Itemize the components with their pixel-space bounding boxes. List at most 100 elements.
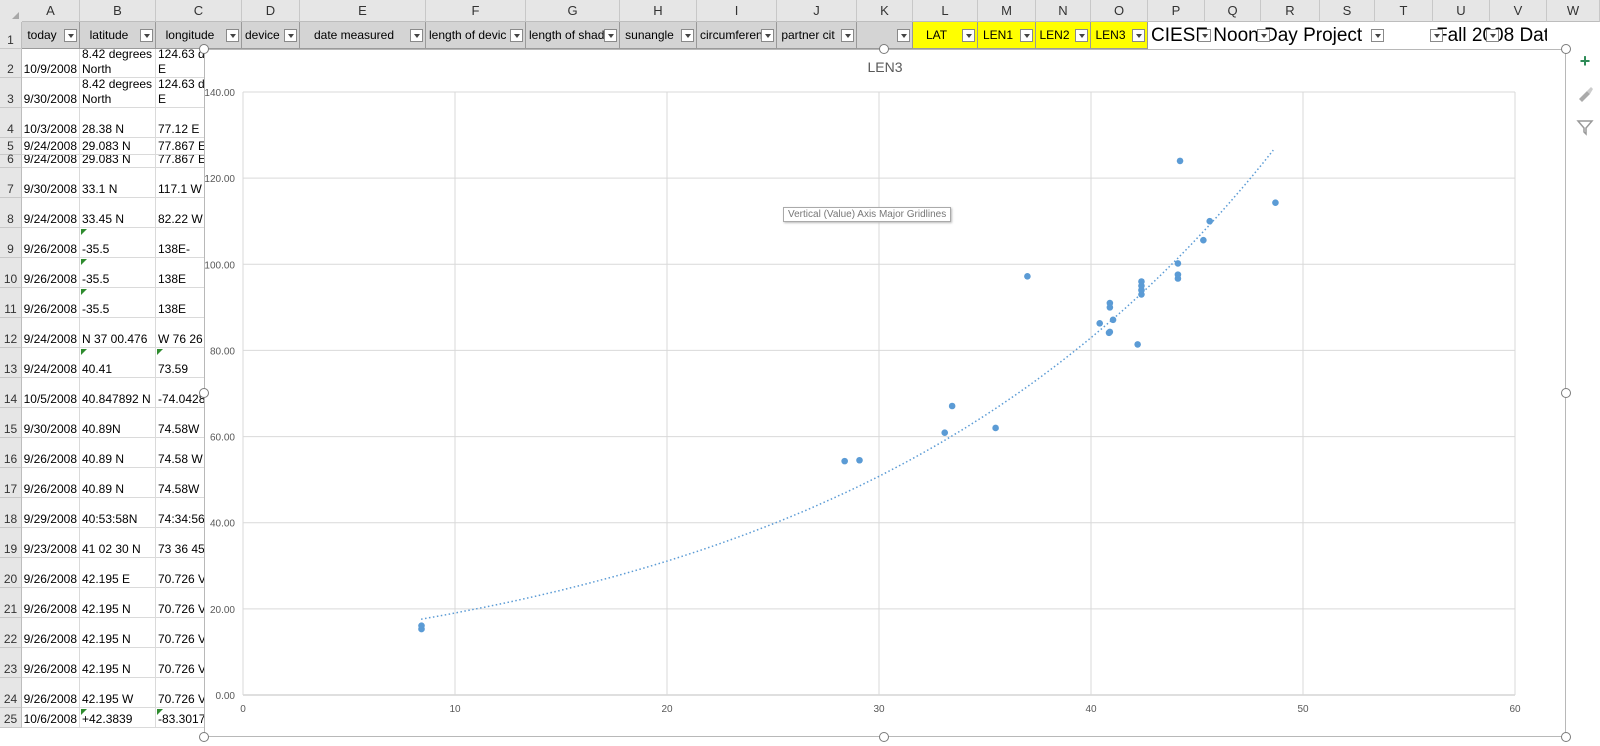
column-header-s[interactable]: S — [1320, 0, 1375, 22]
cell-b12[interactable]: N 37 00.476 — [80, 318, 156, 348]
row-header[interactable]: 24 — [0, 678, 22, 708]
cell-b16[interactable]: 40.89 N — [80, 438, 156, 468]
row-header[interactable]: 8 — [0, 198, 22, 228]
column-header-q[interactable]: Q — [1205, 0, 1261, 22]
cell-b18[interactable]: 40:53:58N — [80, 498, 156, 528]
cell-a13[interactable]: 9/24/2008 — [22, 348, 80, 378]
chart-area[interactable]: LEN3 0 10 20 30 40 50 60 0.00 20.00 40.00 60.00 80… — [204, 49, 1566, 737]
filter-dropdown-icon[interactable] — [1132, 29, 1145, 42]
header-cell-l[interactable]: LAT — [913, 22, 978, 49]
chart-title[interactable]: LEN3 — [867, 59, 902, 75]
cell-a5[interactable]: 9/24/2008 — [22, 138, 80, 155]
filter-dropdown-icon[interactable] — [510, 29, 523, 42]
cell-a9[interactable]: 9/26/2008 — [22, 228, 80, 258]
header-cell-n[interactable]: LEN2 — [1036, 22, 1091, 49]
chart-filters-funnel-icon[interactable] — [1574, 118, 1596, 140]
header-cell-f[interactable]: length of devic — [426, 22, 526, 49]
header-cell-g[interactable]: length of shade — [526, 22, 620, 49]
cell-b14[interactable]: 40.847892 N — [80, 378, 156, 408]
cell-b15[interactable]: 40.89N — [80, 408, 156, 438]
cell-b20[interactable]: 42.195 E — [80, 558, 156, 588]
column-header-e[interactable]: E — [300, 0, 426, 22]
cell-a23[interactable]: 9/26/2008 — [22, 648, 80, 678]
chart-styles-brush-icon[interactable] — [1574, 84, 1596, 106]
cell-a11[interactable]: 9/26/2008 — [22, 288, 80, 318]
cell-a21[interactable]: 9/26/2008 — [22, 588, 80, 618]
select-all-corner[interactable] — [0, 0, 23, 23]
filter-dropdown-icon[interactable] — [841, 29, 854, 42]
row-header[interactable]: 12 — [0, 318, 22, 348]
filter-dropdown-icon[interactable] — [140, 29, 153, 42]
column-header-p[interactable]: P — [1148, 0, 1205, 22]
filter-dropdown-icon[interactable] — [1257, 29, 1270, 42]
filter-dropdown-icon[interactable] — [1198, 29, 1211, 42]
column-header-t[interactable]: T — [1375, 0, 1433, 22]
column-header-r[interactable]: R — [1261, 0, 1320, 22]
filter-dropdown-icon[interactable] — [410, 29, 423, 42]
cell-a22[interactable]: 9/26/2008 — [22, 618, 80, 648]
header-cell-j[interactable]: partner cit — [777, 22, 857, 49]
column-header-l[interactable]: L — [913, 0, 978, 22]
row-header[interactable]: 9 — [0, 228, 22, 258]
cell-a14[interactable]: 10/5/2008 — [22, 378, 80, 408]
column-header-j[interactable]: J — [777, 0, 857, 22]
row-header[interactable]: 4 — [0, 108, 22, 138]
cell-a7[interactable]: 9/30/2008 — [22, 168, 80, 198]
cell-a19[interactable]: 9/23/2008 — [22, 528, 80, 558]
cell-a20[interactable]: 9/26/2008 — [22, 558, 80, 588]
header-cell-c[interactable]: longitude — [156, 22, 242, 49]
resize-handle-mr[interactable] — [1561, 388, 1571, 398]
cell-b24[interactable]: 42.195 W — [80, 678, 156, 708]
filter-dropdown-icon[interactable] — [1486, 29, 1499, 42]
cell-b23[interactable]: 42.195 N — [80, 648, 156, 678]
cell-a10[interactable]: 9/26/2008 — [22, 258, 80, 288]
column-header-i[interactable]: I — [697, 0, 777, 22]
cell-b5[interactable]: 29.083 N — [80, 138, 156, 155]
filter-dropdown-icon[interactable] — [761, 29, 774, 42]
resize-handle-br[interactable] — [1561, 732, 1571, 742]
cell-b10[interactable]: -35.5 — [80, 258, 156, 288]
cell-b21[interactable]: 42.195 N — [80, 588, 156, 618]
row-header[interactable]: 11 — [0, 288, 22, 318]
column-header-d[interactable]: D — [242, 0, 300, 22]
column-header-m[interactable]: M — [978, 0, 1036, 22]
column-header-k[interactable]: K — [857, 0, 913, 22]
cell-b3[interactable]: 8.42 degrees North — [80, 78, 156, 108]
cell-b8[interactable]: 33.45 N — [80, 198, 156, 228]
header-cell-b[interactable]: latitude — [80, 22, 156, 49]
cell-b17[interactable]: 40.89 N — [80, 468, 156, 498]
cell-b13[interactable]: 40.41 — [80, 348, 156, 378]
column-header-c[interactable]: C — [156, 0, 242, 22]
resize-handle-tr[interactable] — [1561, 44, 1571, 54]
row-header[interactable]: 19 — [0, 528, 22, 558]
cell-b25[interactable]: +42.3839 — [80, 708, 156, 728]
cell-a6[interactable]: 9/24/2008 — [22, 155, 80, 168]
resize-handle-tm[interactable] — [879, 44, 889, 54]
cell-a4[interactable]: 10/3/2008 — [22, 108, 80, 138]
cell-b22[interactable]: 42.195 N — [80, 618, 156, 648]
header-cell-p[interactable]: CIESE Noon Day Project — [1148, 22, 1433, 49]
resize-handle-bm[interactable] — [879, 732, 889, 742]
cell-a16[interactable]: 9/26/2008 — [22, 438, 80, 468]
filter-dropdown-icon[interactable] — [1430, 29, 1443, 42]
row-header[interactable]: 23 — [0, 648, 22, 678]
column-header-v[interactable]: V — [1490, 0, 1547, 22]
filter-dropdown-icon[interactable] — [681, 29, 694, 42]
cell-b11[interactable]: -35.5 — [80, 288, 156, 318]
cell-a12[interactable]: 9/24/2008 — [22, 318, 80, 348]
row-header[interactable]: 3 — [0, 78, 22, 108]
column-header-n[interactable]: N — [1036, 0, 1091, 22]
row-header[interactable]: 7 — [0, 168, 22, 198]
cell-a17[interactable]: 9/26/2008 — [22, 468, 80, 498]
column-header-f[interactable]: F — [426, 0, 526, 22]
column-header-a[interactable]: A — [22, 0, 80, 22]
resize-handle-bl[interactable] — [199, 732, 209, 742]
row-header[interactable]: 2 — [0, 49, 22, 78]
row-header[interactable]: 18 — [0, 498, 22, 528]
row-header[interactable]: 6 — [0, 152, 22, 168]
header-cell-o[interactable]: LEN3 — [1091, 22, 1148, 49]
cell-b19[interactable]: 41 02 30 N — [80, 528, 156, 558]
filter-dropdown-icon[interactable] — [64, 29, 77, 42]
row-header[interactable]: 13 — [0, 348, 22, 378]
cell-a24[interactable]: 9/26/2008 — [22, 678, 80, 708]
